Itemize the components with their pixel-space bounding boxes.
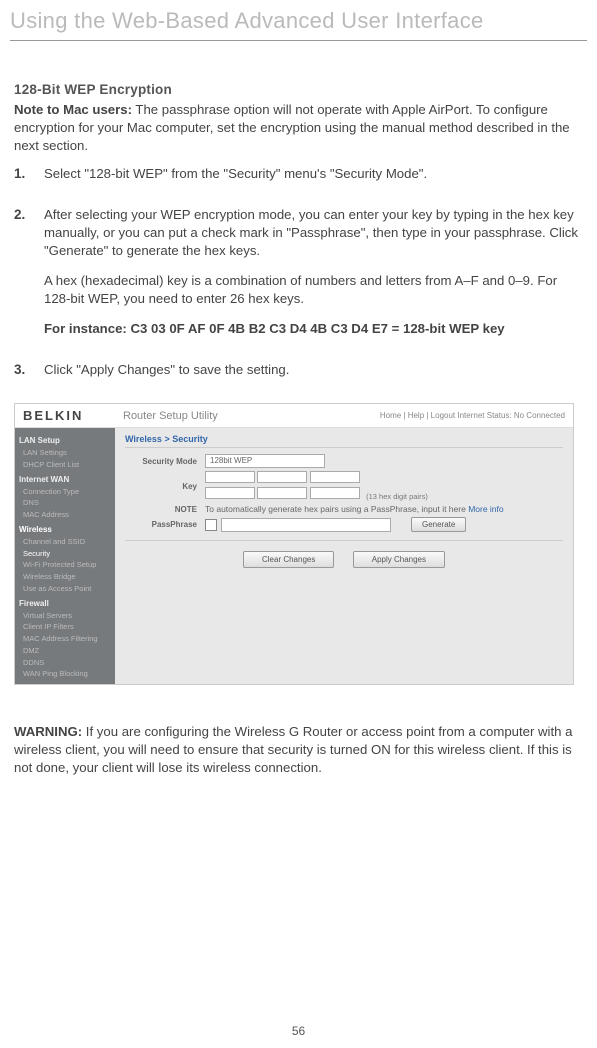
key-input[interactable] bbox=[257, 471, 307, 483]
sidebar-item[interactable]: Use as Access Point bbox=[19, 583, 111, 595]
key-input[interactable] bbox=[310, 471, 360, 483]
page-header: Using the Web-Based Advanced User Interf… bbox=[0, 0, 597, 40]
step-para-bold: For instance: C3 03 0F AF 0F 4B B2 C3 D4… bbox=[44, 320, 583, 338]
step-2: 2. After selecting your WEP encryption m… bbox=[14, 206, 583, 349]
key-label: Key bbox=[125, 482, 205, 491]
sidebar-group: Firewall bbox=[19, 599, 111, 608]
apply-changes-button[interactable]: Apply Changes bbox=[353, 551, 445, 568]
router-ui-screenshot: BELKIN Router Setup Utility Home | Help … bbox=[14, 403, 574, 685]
router-topbar: BELKIN Router Setup Utility Home | Help … bbox=[15, 404, 573, 428]
warning-lead: WARNING: bbox=[14, 724, 82, 739]
sidebar-item[interactable]: Connection Type bbox=[19, 486, 111, 498]
note-text: To automatically generate hex pairs usin… bbox=[205, 504, 468, 514]
router-main: Wireless > Security Security Mode 128bit… bbox=[115, 428, 573, 684]
sidebar-item[interactable]: DDNS bbox=[19, 657, 111, 669]
sidebar-item[interactable]: MAC Address bbox=[19, 509, 111, 521]
step-1: 1. Select "128-bit WEP" from the "Securi… bbox=[14, 165, 583, 195]
step-para: Click "Apply Changes" to save the settin… bbox=[44, 361, 583, 379]
note-text-wrap: To automatically generate hex pairs usin… bbox=[205, 504, 504, 514]
sidebar-group: LAN Setup bbox=[19, 436, 111, 445]
sidebar-item[interactable]: MAC Address Filtering bbox=[19, 633, 111, 645]
sidebar-item[interactable]: DHCP Client List bbox=[19, 459, 111, 471]
belkin-logo: BELKIN bbox=[23, 408, 123, 423]
sidebar-item[interactable]: Channel and SSID bbox=[19, 536, 111, 548]
step-body: Click "Apply Changes" to save the settin… bbox=[44, 361, 583, 391]
sidebar-item[interactable]: DMZ bbox=[19, 645, 111, 657]
sidebar-group: Internet WAN bbox=[19, 475, 111, 484]
sidebar-item[interactable]: LAN Settings bbox=[19, 447, 111, 459]
step-3: 3. Click "Apply Changes" to save the set… bbox=[14, 361, 583, 391]
sidebar-item[interactable]: Virtual Servers bbox=[19, 610, 111, 622]
sidebar-item[interactable]: Wi-Fi Protected Setup bbox=[19, 559, 111, 571]
step-num: 1. bbox=[14, 165, 44, 195]
key-input[interactable] bbox=[205, 471, 255, 483]
step-para: Select "128-bit WEP" from the "Security"… bbox=[44, 165, 583, 183]
warning-paragraph: WARNING: If you are configuring the Wire… bbox=[0, 723, 597, 776]
router-sidebar: LAN Setup LAN Settings DHCP Client List … bbox=[15, 428, 115, 684]
mac-note: Note to Mac users: The passphrase option… bbox=[14, 101, 583, 154]
passphrase-input[interactable] bbox=[221, 518, 391, 532]
clear-changes-button[interactable]: Clear Changes bbox=[243, 551, 334, 568]
top-links: Home | Help | Logout Internet Status: No… bbox=[380, 411, 565, 420]
breadcrumb: Wireless > Security bbox=[125, 434, 563, 448]
sidebar-item[interactable]: Wireless Bridge bbox=[19, 571, 111, 583]
security-mode-label: Security Mode bbox=[125, 457, 205, 466]
step-para: A hex (hexadecimal) key is a combination… bbox=[44, 272, 583, 308]
security-mode-select[interactable]: 128bit WEP bbox=[205, 454, 325, 468]
sidebar-group: Wireless bbox=[19, 525, 111, 534]
main-content: 128-Bit WEP Encryption Note to Mac users… bbox=[0, 81, 597, 391]
key-hint: (13 hex digit pairs) bbox=[366, 492, 428, 501]
generate-button[interactable]: Generate bbox=[411, 517, 466, 532]
step-num: 3. bbox=[14, 361, 44, 391]
sidebar-item[interactable]: Client IP Filters bbox=[19, 621, 111, 633]
passphrase-label: PassPhrase bbox=[125, 520, 205, 529]
key-input[interactable] bbox=[205, 487, 255, 499]
page-number: 56 bbox=[0, 1024, 597, 1038]
key-input[interactable] bbox=[310, 487, 360, 499]
header-rule bbox=[10, 40, 587, 41]
sidebar-item[interactable]: WAN Ping Blocking bbox=[19, 668, 111, 680]
step-body: Select "128-bit WEP" from the "Security"… bbox=[44, 165, 583, 195]
sidebar-item-security[interactable]: Security bbox=[19, 548, 111, 560]
section-title: 128-Bit WEP Encryption bbox=[14, 81, 583, 99]
note-lead: Note to Mac users: bbox=[14, 102, 132, 117]
passphrase-checkbox[interactable] bbox=[205, 519, 217, 531]
key-input[interactable] bbox=[257, 487, 307, 499]
step-para: After selecting your WEP encryption mode… bbox=[44, 206, 583, 259]
more-info-link[interactable]: More info bbox=[468, 504, 503, 514]
utility-title: Router Setup Utility bbox=[123, 410, 380, 422]
sidebar-item[interactable]: DNS bbox=[19, 497, 111, 509]
note-label: NOTE bbox=[125, 505, 205, 514]
warning-body: If you are configuring the Wireless G Ro… bbox=[14, 724, 573, 775]
step-body: After selecting your WEP encryption mode… bbox=[44, 206, 583, 349]
step-num: 2. bbox=[14, 206, 44, 349]
